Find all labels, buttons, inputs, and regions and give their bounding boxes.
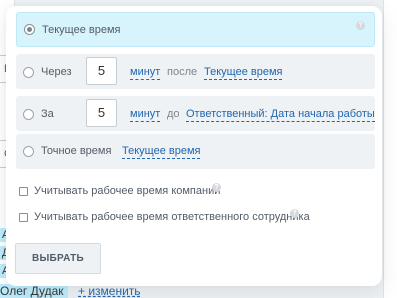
checkbox-label: Учитывать рабочее время компании — [34, 185, 221, 197]
option-label: Текущее время — [42, 24, 121, 36]
target-select[interactable]: Текущее время — [122, 144, 201, 159]
select-button[interactable]: ВЫБРАТЬ — [15, 243, 101, 274]
target-select[interactable]: Ответственный: Дата начала работы — [186, 107, 375, 122]
time-select-popup: Текущее время ? Через 5 минут после Теку… — [6, 6, 382, 286]
option-after[interactable]: Через 5 минут после Текущее время — [16, 54, 375, 89]
background-right-panel — [383, 0, 397, 298]
help-icon[interactable]: ? — [212, 183, 221, 192]
radio-after[interactable] — [23, 67, 34, 78]
minutes-input[interactable]: 5 — [86, 99, 117, 127]
option-current-time[interactable]: Текущее время ? — [16, 12, 375, 47]
background-user-tag: Олег Дудак — [0, 284, 68, 298]
minutes-input[interactable]: 5 — [86, 57, 117, 85]
unit-select[interactable]: минут — [130, 65, 161, 80]
checkbox-label: Учитывать рабочее время ответственного с… — [34, 211, 310, 223]
option-label: За — [41, 108, 54, 120]
relation-label: после — [167, 66, 198, 78]
unit-select[interactable]: минут — [130, 107, 161, 122]
radio-before[interactable] — [23, 109, 34, 120]
help-icon[interactable]: ? — [290, 209, 299, 218]
background-change-link[interactable]: + изменить — [78, 284, 141, 298]
help-icon[interactable]: ? — [356, 21, 365, 30]
checkbox-company-hours[interactable] — [19, 187, 28, 196]
option-exact-time[interactable]: Точное время Текущее время — [16, 134, 375, 169]
target-select[interactable]: Текущее время — [204, 65, 283, 80]
option-label: Точное время — [41, 145, 112, 157]
radio-current-time[interactable] — [24, 24, 35, 35]
checkbox-employee-hours[interactable] — [19, 213, 28, 222]
option-label: Через — [41, 66, 72, 78]
radio-exact-time[interactable] — [23, 146, 34, 157]
option-before[interactable]: За 5 минут до Ответственный: Дата начала… — [16, 96, 375, 131]
relation-label: до — [167, 108, 180, 120]
